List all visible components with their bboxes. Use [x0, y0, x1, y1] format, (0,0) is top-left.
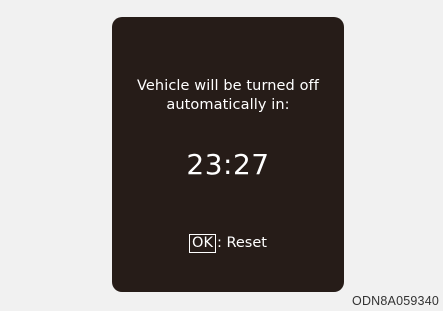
message-line-2: automatically in: [166, 97, 290, 113]
auto-off-message: Vehicle will be turned off automatically… [112, 77, 344, 115]
image-reference-code: ODN8A059340 [352, 294, 439, 308]
reset-instruction: OK: Reset [112, 233, 344, 253]
reset-label: : Reset [216, 235, 267, 251]
countdown-timer: 23:27 [186, 148, 270, 181]
message-line-1: Vehicle will be turned off [137, 78, 319, 94]
cluster-display-panel: Vehicle will be turned off automatically… [112, 17, 344, 292]
ok-button[interactable]: OK [189, 234, 216, 253]
